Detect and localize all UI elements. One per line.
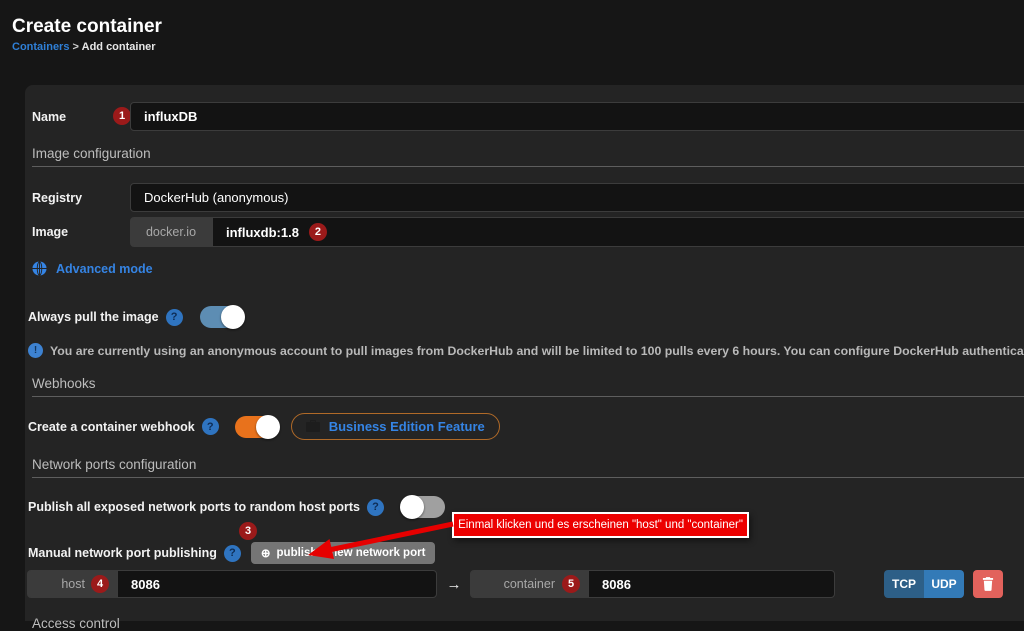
name-label: Name <box>32 110 66 124</box>
annotation-callout: Einmal klicken und es erscheinen "host" … <box>452 512 749 538</box>
udp-button[interactable]: UDP <box>924 570 964 598</box>
registry-label: Registry <box>32 191 82 205</box>
globe-icon <box>32 261 47 276</box>
help-icon[interactable]: ? <box>166 309 183 326</box>
business-edition-label: Business Edition Feature <box>329 419 485 434</box>
image-configuration-section-header: Image configuration <box>32 146 1024 167</box>
pull-limit-info: ! You are currently using an anonymous a… <box>28 343 1024 358</box>
breadcrumb-current: Add container <box>82 41 156 53</box>
port-map-arrow-icon: → <box>445 576 463 593</box>
always-pull-row: Always pull the image ? <box>28 305 244 329</box>
help-icon[interactable]: ? <box>202 418 219 435</box>
advanced-mode-link[interactable]: Advanced mode <box>32 261 153 276</box>
breadcrumb: Containers > Add container <box>12 41 156 53</box>
network-ports-section-header: Network ports configuration <box>32 457 1024 478</box>
annotation-badge-1: 1 <box>113 107 131 125</box>
host-port-addon: host 4 <box>27 570 117 598</box>
image-input[interactable]: influxdb:1.8 2 <box>212 217 1024 247</box>
annotation-arrow <box>293 513 463 565</box>
always-pull-toggle[interactable] <box>200 306 244 328</box>
webhook-label: Create a container webhook <box>28 420 195 434</box>
plus-icon: ⊕ <box>261 546 271 560</box>
access-control-section-header: Access control <box>32 616 120 631</box>
host-port-input[interactable] <box>117 570 437 598</box>
image-registry-prefix: docker.io <box>130 217 212 247</box>
name-input[interactable] <box>130 102 1024 131</box>
breadcrumb-containers-link[interactable]: Containers <box>12 41 69 53</box>
webhook-toggle[interactable] <box>235 416 279 438</box>
registry-select[interactable] <box>130 183 1024 212</box>
remove-port-button[interactable] <box>973 570 1003 598</box>
annotation-badge-5: 5 <box>562 575 580 593</box>
advanced-mode-label: Advanced mode <box>56 262 153 276</box>
trash-icon <box>982 577 994 591</box>
breadcrumb-separator: > <box>73 41 79 53</box>
port-mapping-row: host 4 → container 5 TCP UDP <box>27 570 1003 598</box>
help-icon[interactable]: ? <box>224 545 241 562</box>
annotation-badge-3: 3 <box>239 522 257 540</box>
always-pull-label: Always pull the image <box>28 310 159 324</box>
publish-all-label: Publish all exposed network ports to ran… <box>28 500 360 514</box>
pull-limit-text: You are currently using an anonymous acc… <box>50 344 1024 358</box>
page-title: Create container <box>12 16 162 38</box>
image-label: Image <box>32 225 68 239</box>
host-port-addon-label: host <box>61 577 85 591</box>
webhooks-section-header: Webhooks <box>32 376 1024 397</box>
container-port-input[interactable] <box>588 570 835 598</box>
annotation-badge-2: 2 <box>309 223 327 241</box>
info-icon: ! <box>28 343 43 358</box>
manual-publish-label: Manual network port publishing <box>28 546 217 560</box>
container-port-addon: container 5 <box>470 570 588 598</box>
container-port-addon-label: container <box>504 577 555 591</box>
annotation-badge-4: 4 <box>91 575 109 593</box>
create-container-form-panel: Name 1 Image configuration Registry Imag… <box>25 85 1024 621</box>
image-value: influxdb:1.8 <box>226 225 299 240</box>
briefcase-icon <box>306 420 320 433</box>
tcp-button[interactable]: TCP <box>884 570 924 598</box>
business-edition-badge: Business Edition Feature <box>291 413 500 440</box>
webhook-row: Create a container webhook ? Business Ed… <box>28 413 500 440</box>
